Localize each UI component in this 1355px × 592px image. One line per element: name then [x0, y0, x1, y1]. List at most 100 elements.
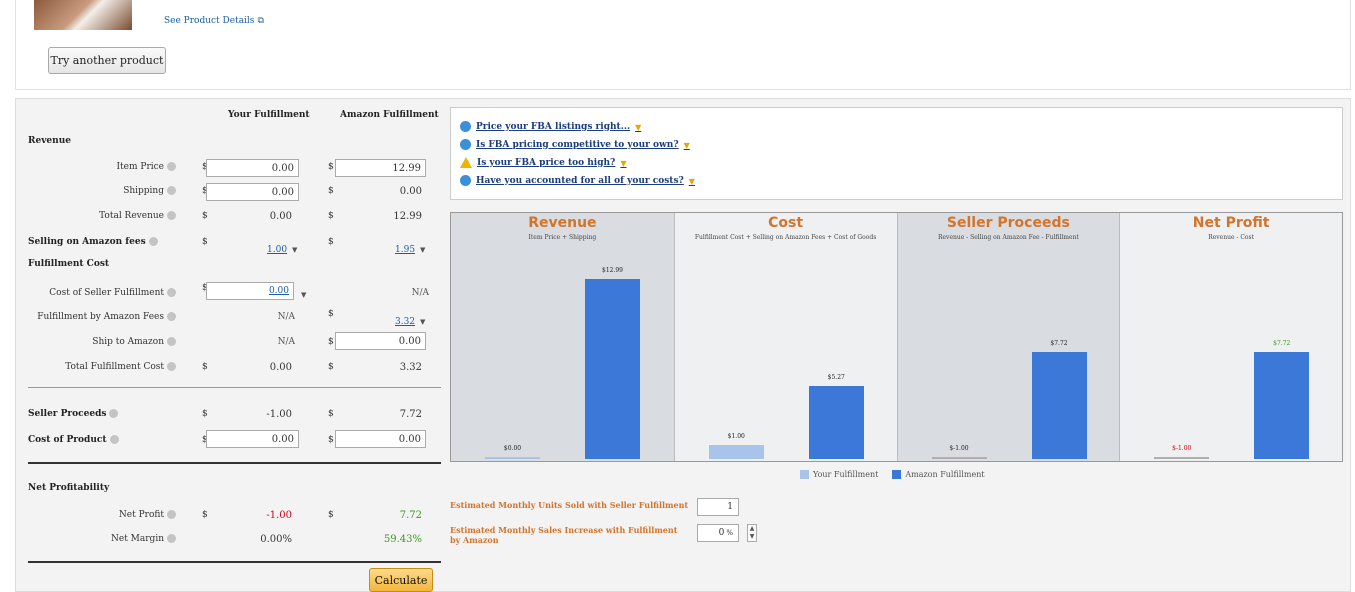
- divider: [28, 561, 441, 563]
- your-net-margin-value: 0.00%: [260, 534, 292, 545]
- amazon-selling-fees-link[interactable]: 1.95 ▼: [395, 237, 425, 256]
- amazon-cost-of-product-input[interactable]: 0.00: [335, 430, 426, 448]
- currency-symbol: $: [202, 362, 208, 372]
- fba-fees-label: Fulfillment by Amazon Fees: [16, 312, 176, 322]
- bar-your: [485, 457, 540, 459]
- help-icon[interactable]: [167, 312, 176, 321]
- tip-link-price-right[interactable]: Price your FBA listings right... ▼: [460, 121, 641, 132]
- chart-panel-subtitle: Fulfillment Cost + Selling on Amazon Fee…: [694, 234, 877, 241]
- your-selling-fees-link[interactable]: 1.00 ▼: [267, 237, 297, 256]
- dropdown-arrow-icon[interactable]: ▼: [296, 282, 306, 301]
- currency-symbol: $: [202, 237, 208, 247]
- help-icon[interactable]: [109, 409, 119, 418]
- currency-symbol: $: [202, 510, 208, 520]
- bar-amazon: [808, 385, 864, 459]
- help-icon[interactable]: [167, 162, 176, 171]
- bar-label-amazon: $7.72: [1273, 340, 1291, 348]
- help-icon[interactable]: [167, 186, 176, 195]
- bar-label-amazon: $7.72: [1050, 340, 1068, 348]
- your-total-revenue-value: 0.00: [269, 211, 292, 222]
- tips-box: Price your FBA listings right... ▼ Is FBA…: [450, 107, 1343, 200]
- monthly-units-input[interactable]: 1: [697, 498, 739, 516]
- sales-increase-input[interactable]: 0%: [697, 524, 739, 542]
- your-total-fulfillment-value: 0.00: [269, 362, 292, 373]
- currency-symbol: $: [328, 510, 334, 520]
- currency-symbol: $: [328, 337, 334, 347]
- fulfillment-section-title: Fulfillment Cost: [28, 259, 110, 269]
- sales-increase-stepper[interactable]: ▲ ▼: [747, 524, 757, 542]
- calculate-button[interactable]: Calculate: [369, 568, 433, 592]
- tip-link-all-costs[interactable]: Have you accounted for all of your costs…: [460, 175, 695, 186]
- bar-label-your: $1.00: [727, 433, 745, 441]
- currency-symbol: $: [328, 409, 334, 419]
- try-another-product-button[interactable]: Try another product: [48, 47, 166, 74]
- percent-unit: %: [726, 529, 733, 537]
- cost-of-product-label: Cost of Product: [28, 435, 208, 445]
- your-fulfillment-header: Your Fulfillment: [228, 110, 310, 120]
- help-icon[interactable]: [148, 237, 158, 246]
- legend-label-amazon: Amazon Fulfillment: [905, 470, 985, 479]
- currency-symbol: $: [328, 162, 334, 172]
- amazon-seller-proceeds-value: 7.72: [399, 409, 422, 420]
- chart-panel-title: Net Profit: [1192, 215, 1270, 231]
- currency-symbol: $: [328, 186, 334, 196]
- help-icon[interactable]: [167, 337, 176, 346]
- chart-panel-cost: Cost Fulfillment Cost + Selling on Amazon…: [673, 213, 897, 461]
- seller-proceeds-label: Seller Proceeds: [28, 409, 208, 419]
- shipping-label: Shipping: [16, 186, 176, 196]
- divider: [28, 462, 441, 464]
- bar-your: [931, 457, 987, 459]
- tip-link-competitive[interactable]: Is FBA pricing competitive to your own? ▼: [460, 139, 690, 150]
- info-bubble-icon: [460, 121, 471, 132]
- your-ship-to-amazon-value: N/A: [277, 337, 295, 347]
- amazon-item-price-input[interactable]: 12.99: [335, 159, 426, 177]
- chart-panel-title: Seller Proceeds: [946, 215, 1070, 231]
- ship-to-amazon-label: Ship to Amazon: [16, 337, 176, 347]
- see-product-details-link[interactable]: See Product Details ⧉: [161, 13, 264, 26]
- ship-to-amazon-input[interactable]: 0.00: [335, 332, 426, 350]
- help-icon[interactable]: [167, 288, 176, 297]
- your-shipping-input[interactable]: 0.00: [206, 183, 299, 201]
- help-icon[interactable]: [109, 435, 119, 444]
- help-icon[interactable]: [167, 534, 176, 543]
- your-fba-fees-value: N/A: [277, 312, 295, 322]
- amazon-net-profit-value: 7.72: [399, 510, 422, 521]
- item-price-label: Item Price: [16, 162, 176, 172]
- amazon-fba-fees-link[interactable]: 3.32 ▼: [395, 309, 425, 328]
- info-bubble-icon: [460, 139, 471, 150]
- total-revenue-label: Total Revenue: [16, 211, 176, 221]
- currency-symbol: $: [328, 362, 334, 372]
- calculator-panel: Your Fulfillment Amazon Fulfillment Reve…: [15, 98, 1351, 592]
- comparison-chart: Revenue Item Price + Shipping $0.00 $12.99 C…: [450, 212, 1343, 462]
- your-item-price-input[interactable]: 0.00: [206, 159, 299, 177]
- seller-fulfillment-input[interactable]: 0.00: [206, 282, 294, 300]
- monthly-units-label: Estimated Monthly Units Sold with Seller…: [450, 500, 689, 510]
- help-icon[interactable]: [167, 362, 176, 371]
- your-seller-proceeds-value: -1.00: [266, 409, 292, 420]
- chart-panel-revenue: Revenue Item Price + Shipping $0.00 $12.99: [451, 213, 674, 461]
- chart-legend: Your Fulfillment Amazon Fulfillment: [800, 470, 985, 479]
- bar-label-amazon: $12.99: [602, 267, 623, 274]
- bar-amazon: [1031, 352, 1087, 459]
- chevron-down-icon: ▼: [683, 139, 690, 150]
- dropdown-arrow-icon: ▼: [420, 246, 426, 254]
- chevron-down-icon: ▼: [688, 175, 695, 186]
- your-cost-of-product-input[interactable]: 0.00: [206, 430, 299, 448]
- dropdown-arrow-icon: ▼: [292, 246, 298, 254]
- chart-panel-subtitle: Revenue - Selling on Amazon Fee - Fulfil…: [937, 234, 1079, 241]
- amazon-net-margin-value: 59.43%: [383, 534, 422, 545]
- legend-swatch-your: [800, 470, 809, 479]
- sales-increase-label: Estimated Monthly Sales Increase with Fu…: [450, 525, 678, 545]
- bar-label-your: $0.00: [503, 445, 522, 452]
- revenue-section-title: Revenue: [28, 136, 71, 146]
- currency-symbol: $: [202, 409, 208, 419]
- bar-label-amazon: $5.27: [827, 373, 845, 381]
- tip-link-price-too-high[interactable]: Is your FBA price too high? ▼: [460, 157, 627, 168]
- warning-icon: [460, 157, 472, 168]
- product-thumbnail[interactable]: [34, 0, 132, 30]
- currency-symbol: $: [328, 237, 334, 247]
- help-icon[interactable]: [167, 211, 176, 220]
- currency-symbol: $: [328, 211, 334, 221]
- help-icon[interactable]: [167, 510, 176, 519]
- your-net-profit-value: -1.00: [266, 510, 292, 521]
